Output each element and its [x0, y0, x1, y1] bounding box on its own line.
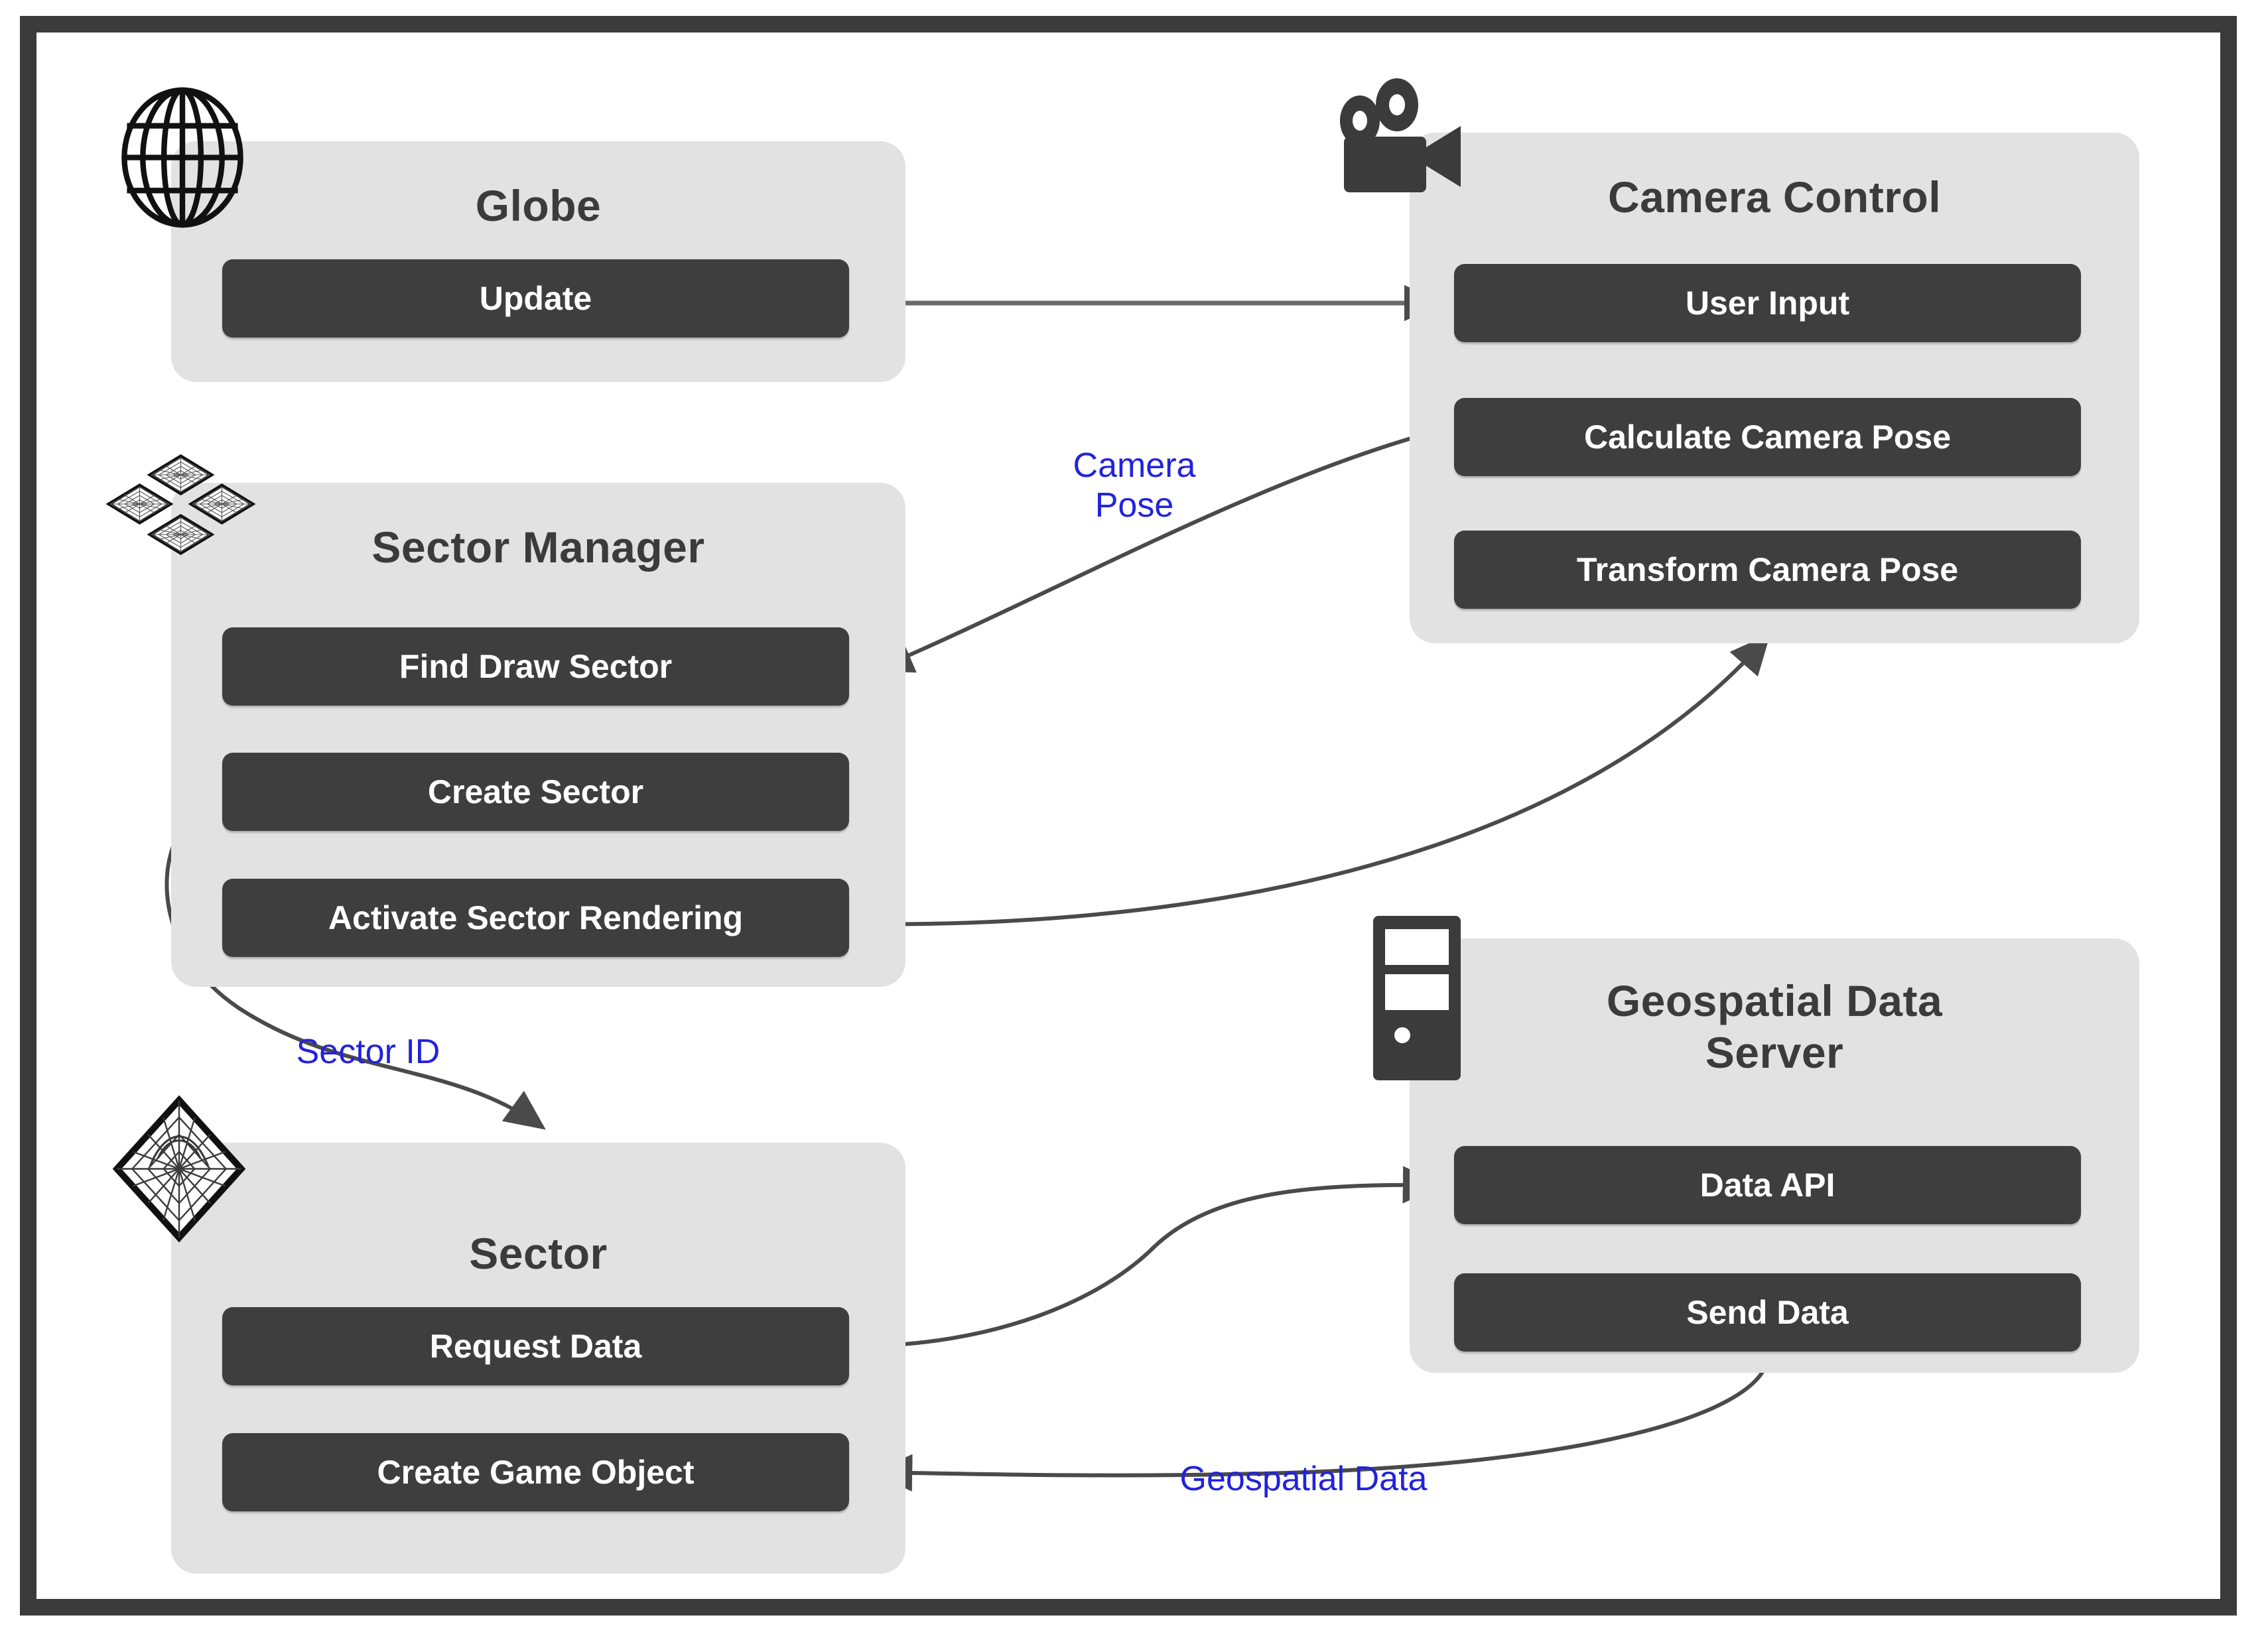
module-title-camera-control: Camera Control [1607, 172, 1942, 222]
module-panel-geospatial-data-server[interactable]: Geospatial Data Server Data API Send Dat… [1410, 938, 2139, 1373]
server-tower-icon [1368, 912, 1467, 1084]
module-panel-globe[interactable]: Globe Update [171, 141, 905, 382]
process-box-send-data[interactable]: Send Data [1454, 1273, 2081, 1352]
module-title-sector: Sector [469, 1229, 608, 1278]
flow-label-geospatial-data: Geospatial Data [1179, 1460, 1428, 1498]
module-title-sector-manager: Sector Manager [371, 523, 705, 572]
process-box-find-draw-sector[interactable]: Find Draw Sector [222, 627, 849, 706]
globe-wireframe-icon [116, 86, 249, 229]
process-box-user-input[interactable]: User Input [1454, 264, 2081, 342]
process-box-data-api[interactable]: Data API [1454, 1146, 2081, 1224]
process-box-create-sector[interactable]: Create Sector [222, 753, 849, 831]
process-box-create-game-object[interactable]: Create Game Object [222, 1433, 849, 1511]
module-title-globe: Globe [475, 181, 602, 230]
module-title-geospatial-data-server: Geospatial Data Server [1606, 976, 1943, 1077]
process-box-calculate-camera-pose[interactable]: Calculate Camera Pose [1454, 398, 2081, 476]
flow-label-camera-pose: Camera Pose [1073, 446, 1196, 525]
module-panel-camera-control[interactable]: Camera Control User Input Calculate Came… [1410, 133, 2139, 643]
process-box-transform-camera-pose[interactable]: Transform Camera Pose [1454, 531, 2081, 609]
movie-camera-icon [1333, 78, 1486, 211]
process-box-update[interactable]: Update [222, 259, 849, 338]
module-panel-sector-manager[interactable]: Sector Manager Find Draw Sector Create S… [171, 483, 905, 987]
process-box-request-data[interactable]: Request Data [222, 1307, 849, 1385]
diagram-canvas: Globe Update Camera Control User Input C… [0, 0, 2268, 1650]
sector-tile-icon [100, 1091, 259, 1247]
process-box-activate-sector-rendering[interactable]: Activate Sector Rendering [222, 879, 849, 957]
flow-label-sector-id: Sector ID [296, 1033, 440, 1071]
sector-grid-icon [93, 451, 269, 570]
module-panel-sector[interactable]: Sector Request Data Create Game Object [171, 1143, 905, 1574]
